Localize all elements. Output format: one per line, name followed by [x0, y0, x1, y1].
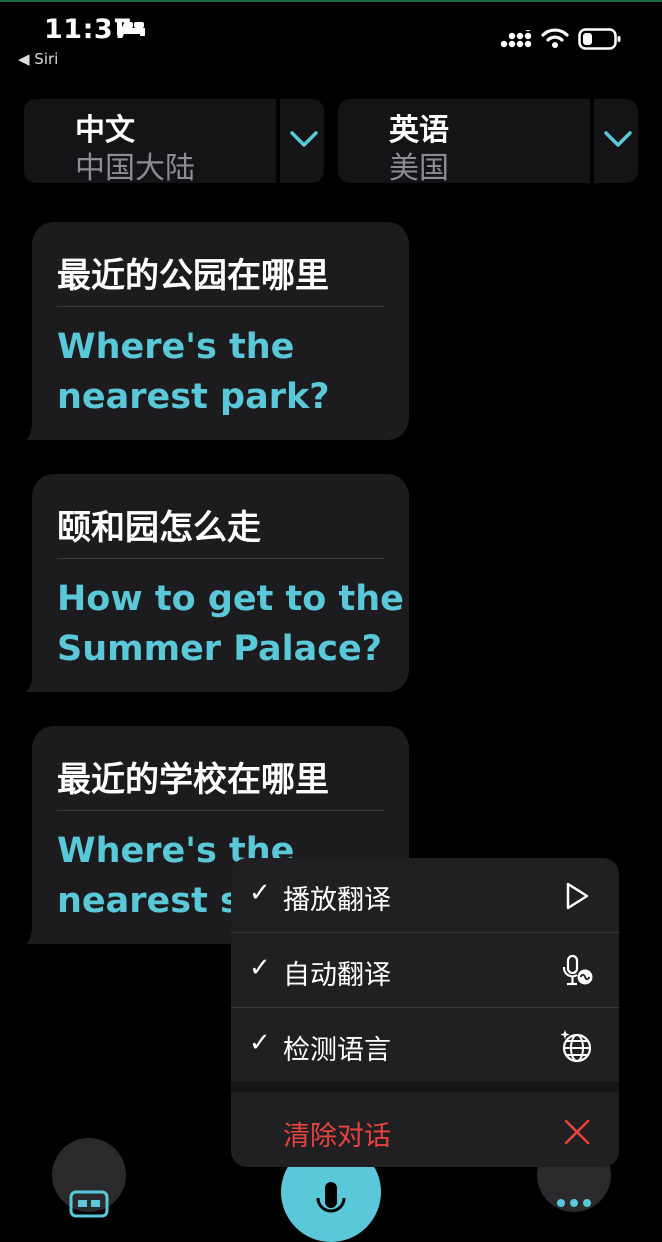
bubble-divider — [57, 810, 384, 811]
translation-bubble[interactable]: 颐和园怎么走 How to get to the Summer Palace? — [26, 474, 409, 692]
options-menu: ✓ 播放翻译 ✓ 自动翻译 ✓ 检测语言 清除对话 — [231, 858, 619, 1167]
conversation-mode-button[interactable] — [52, 1138, 126, 1218]
sleep-focus-icon — [117, 20, 145, 36]
selector-divider — [276, 99, 280, 183]
chevron-down-icon[interactable] — [289, 127, 319, 151]
target-language-selector[interactable]: 英语 美国 — [338, 99, 638, 186]
checkmark-icon: ✓ — [249, 1028, 271, 1058]
original-text: 最近的学校在哪里 — [57, 760, 329, 800]
ellipsis-icon — [557, 1199, 591, 1207]
menu-item-detect-language[interactable]: ✓ 检测语言 — [231, 1008, 619, 1082]
checkmark-icon: ✓ — [249, 878, 271, 908]
microphone-icon — [316, 1182, 346, 1213]
cellular-signal-icon — [500, 30, 532, 48]
translated-text: How to get to the Summer Palace? — [57, 579, 404, 669]
menu-item-label: 清除对话 — [283, 1121, 391, 1152]
bubble-divider — [57, 558, 384, 559]
menu-item-play-translation[interactable]: ✓ 播放翻译 — [231, 858, 619, 933]
back-to-siri-link[interactable]: ◀ Siri — [18, 50, 58, 68]
top-accent-line — [0, 0, 662, 2]
menu-item-clear-conversation[interactable]: 清除对话 — [231, 1094, 619, 1167]
bubble-tail — [26, 418, 50, 440]
source-language-selector[interactable]: 中文 中国大陆 — [24, 99, 324, 186]
bubble-divider — [57, 306, 384, 307]
target-region: 美国 — [389, 151, 449, 186]
menu-item-label: 播放翻译 — [283, 885, 391, 916]
selector-divider — [590, 99, 594, 183]
mic-auto-icon — [562, 954, 593, 986]
translated-text: Where's the nearest park? — [57, 327, 330, 417]
source-region: 中国大陆 — [75, 151, 195, 186]
battery-icon — [578, 28, 621, 50]
bubble-tail — [26, 922, 50, 944]
close-icon — [564, 1119, 590, 1145]
checkmark-icon: ✓ — [249, 953, 271, 983]
menu-item-label: 自动翻译 — [283, 960, 391, 991]
original-text: 最近的公园在哪里 — [57, 256, 329, 296]
menu-item-auto-translate[interactable]: ✓ 自动翻译 — [231, 933, 619, 1008]
bubble-tail — [26, 670, 50, 692]
menu-item-label: 检测语言 — [283, 1035, 391, 1066]
conversation-view-icon — [69, 1190, 109, 1218]
menu-section-gap — [231, 1082, 619, 1092]
original-text: 颐和园怎么走 — [57, 508, 261, 548]
globe-detect-icon — [560, 1030, 592, 1063]
wifi-icon — [541, 28, 569, 48]
translation-bubble[interactable]: 最近的公园在哪里 Where's the nearest park? — [26, 222, 409, 440]
chevron-down-icon[interactable] — [603, 127, 633, 151]
play-icon — [566, 882, 589, 910]
